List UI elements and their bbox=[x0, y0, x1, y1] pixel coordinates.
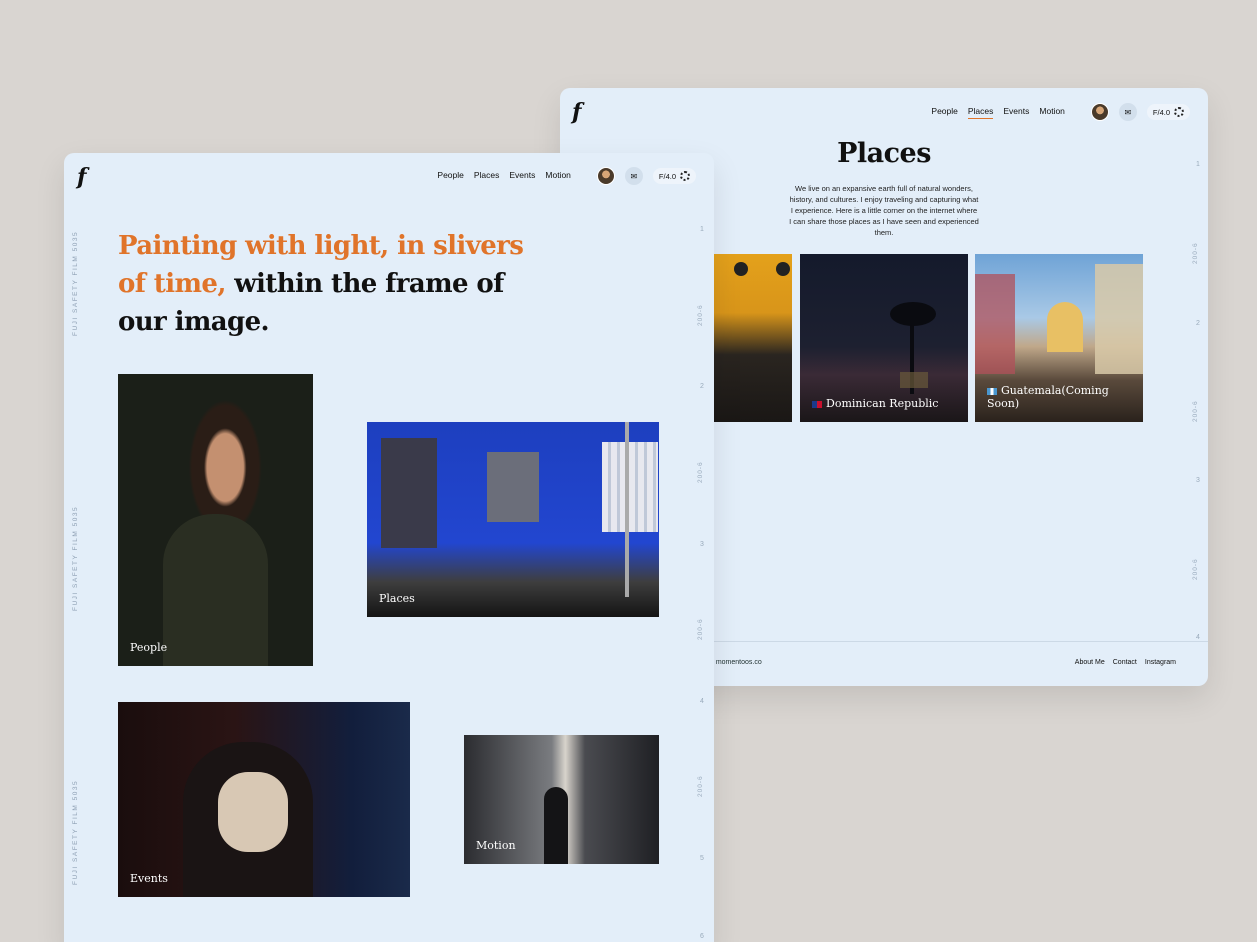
ruler-number: 6 bbox=[700, 933, 704, 940]
fstop-value: F/4.0 bbox=[1152, 107, 1170, 117]
ruler-tag: 200-6 bbox=[697, 461, 704, 483]
category-label: Places bbox=[379, 592, 415, 605]
flag-icon bbox=[812, 400, 822, 408]
top-nav: People Places Events Motion ✉ F/4.0 bbox=[437, 167, 696, 185]
place-card-label: Guatemala(Coming Soon) bbox=[987, 384, 1109, 410]
mail-icon[interactable]: ✉ bbox=[1118, 103, 1137, 121]
nav-motion[interactable]: Motion bbox=[1039, 106, 1065, 118]
page-description: We live on an expansive earth full of na… bbox=[789, 184, 979, 237]
nav-people[interactable]: People bbox=[437, 170, 463, 182]
ruler-tag: 200-6 bbox=[697, 618, 704, 640]
top-nav: People Places Events Motion ✉ F/4.0 bbox=[931, 103, 1190, 121]
place-card-label: Dominican Republic bbox=[812, 397, 938, 410]
walker-silhouette bbox=[544, 787, 568, 864]
lit-house bbox=[900, 372, 928, 388]
mail-icon[interactable]: ✉ bbox=[624, 167, 643, 185]
ruler-number: 3 bbox=[700, 541, 704, 548]
ruler-number: 2 bbox=[700, 383, 704, 390]
arch bbox=[1047, 302, 1083, 352]
aperture-toggle[interactable]: F/4.0 bbox=[1146, 104, 1190, 120]
ruler-number: 4 bbox=[1196, 634, 1200, 641]
footer-about-link[interactable]: About Me bbox=[1075, 659, 1105, 666]
palm-leaves bbox=[890, 302, 936, 326]
category-label: People bbox=[130, 641, 168, 654]
category-card-events[interactable]: Events bbox=[118, 702, 410, 897]
avatar[interactable] bbox=[1090, 103, 1109, 121]
aperture-icon bbox=[1174, 107, 1184, 117]
footer-links: About Me Contact Instagram bbox=[1075, 659, 1176, 666]
footer-instagram-link[interactable]: Instagram bbox=[1145, 659, 1176, 666]
left-building bbox=[975, 274, 1015, 374]
ruler-number: 5 bbox=[700, 855, 704, 862]
nav-people[interactable]: People bbox=[931, 106, 957, 118]
nav-events[interactable]: Events bbox=[1003, 106, 1029, 118]
ruler-tag: 200-6 bbox=[1192, 400, 1199, 422]
nav-places[interactable]: Places bbox=[474, 170, 500, 182]
footer-contact-link[interactable]: Contact bbox=[1113, 659, 1137, 666]
footer-copyright: d momentoos.co bbox=[710, 659, 762, 666]
doorway bbox=[381, 438, 437, 548]
plane-sign-icon bbox=[776, 262, 790, 276]
ruler-tag: 200-6 bbox=[697, 304, 704, 326]
child-figure bbox=[218, 772, 288, 852]
flag-icon bbox=[987, 387, 997, 395]
window bbox=[487, 452, 539, 522]
aperture-toggle[interactable]: F/4.0 bbox=[652, 168, 696, 184]
film-edge-label: FUJI SAFETY FILM 5035 bbox=[72, 230, 79, 336]
category-card-places[interactable]: Places bbox=[367, 422, 659, 617]
ruler-tag: 200-6 bbox=[1192, 242, 1199, 264]
category-label: Events bbox=[130, 872, 168, 885]
ruler-tag: 200-6 bbox=[697, 775, 704, 797]
aperture-icon bbox=[680, 171, 690, 181]
category-card-people[interactable]: People bbox=[118, 374, 313, 666]
film-edge-label: FUJI SAFETY FILM 5035 bbox=[72, 505, 79, 611]
portrait-body bbox=[163, 514, 268, 666]
ruler-number: 1 bbox=[700, 226, 704, 233]
nav-places[interactable]: Places bbox=[967, 106, 994, 119]
ruler-number: 1 bbox=[1196, 161, 1200, 168]
place-card-guatemala[interactable]: Guatemala(Coming Soon) bbox=[975, 254, 1143, 422]
ruler-number: 4 bbox=[700, 698, 704, 705]
right-building bbox=[1095, 264, 1143, 374]
ruler-number: 2 bbox=[1196, 320, 1200, 327]
hero-heading: Painting with light, in slivers of time,… bbox=[118, 227, 538, 341]
category-card-motion[interactable]: Motion bbox=[464, 735, 659, 864]
nav-events[interactable]: Events bbox=[509, 170, 535, 182]
avatar[interactable] bbox=[596, 167, 615, 185]
place-card-partial[interactable] bbox=[710, 254, 792, 422]
place-card-dominican-republic[interactable]: Dominican Republic bbox=[800, 254, 968, 422]
taxi-sign-icon bbox=[734, 262, 748, 276]
ruler-number: 3 bbox=[1196, 477, 1200, 484]
site-logo[interactable]: f bbox=[572, 101, 581, 123]
film-edge-label: FUJI SAFETY FILM 5035 bbox=[72, 779, 79, 885]
ruler-tag: 200-6 bbox=[1192, 558, 1199, 580]
pole bbox=[625, 422, 629, 597]
site-logo[interactable]: f bbox=[77, 166, 86, 188]
nav-motion[interactable]: Motion bbox=[545, 170, 571, 182]
home-page-window: f People Places Events Motion ✉ F/4.0 Pa… bbox=[64, 153, 714, 942]
laundry bbox=[602, 442, 658, 532]
fstop-value: F/4.0 bbox=[658, 171, 676, 181]
category-label: Motion bbox=[476, 839, 516, 852]
